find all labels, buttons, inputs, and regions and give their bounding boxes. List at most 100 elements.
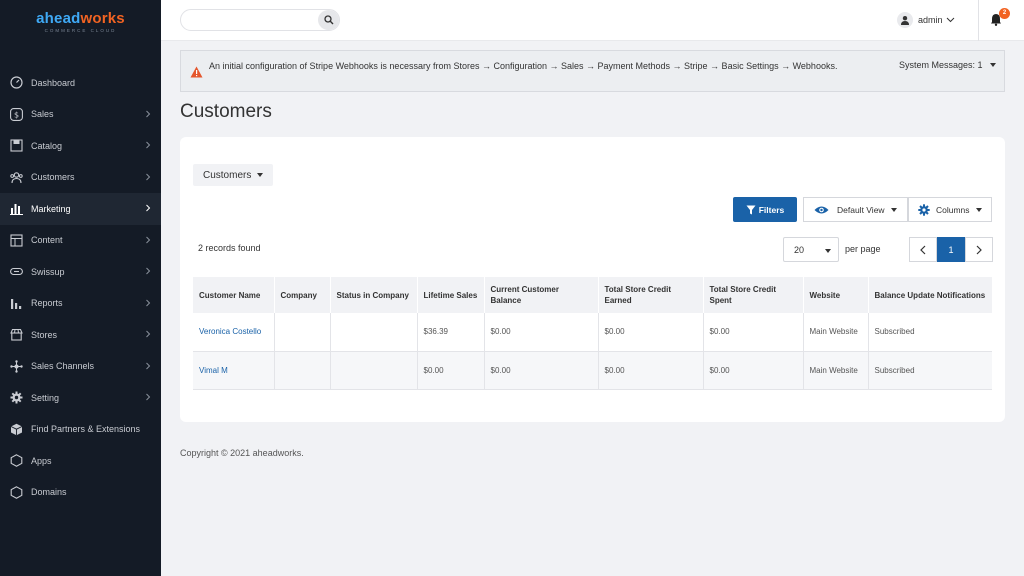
chevron-right-icon [976,245,982,254]
sidebar-item-label: Reports [31,298,63,309]
sidebar-item-dashboard[interactable]: Dashboard [0,67,161,99]
column-header[interactable]: Website [803,277,869,313]
sidebar-item-domains[interactable]: Domains [0,477,161,509]
gear-icon [9,391,23,405]
customer-name-link[interactable]: Veronica Costello [199,327,261,336]
caret-down-icon [989,63,996,67]
footer-copyright: Copyright © 2021 aheadworks. [180,448,304,458]
channels-icon [9,359,23,373]
column-header[interactable]: Current Customer Balance [484,277,599,313]
current-page-input[interactable]: 1 [937,237,965,262]
column-header[interactable]: Status in Company [330,277,418,313]
sidebar-item-label: Sales Channels [31,361,95,372]
logo-text-secondary: works [80,10,125,27]
previous-page-button[interactable] [909,237,937,262]
sidebar-item-sales[interactable]: $ Sales [0,99,161,131]
filters-button[interactable]: Filters [733,197,797,222]
per-page-label: per page [845,244,881,254]
admin-sidebar: aheadworks COMMERCE CLOUD Dashboard $ Sale… [0,0,161,576]
next-page-button[interactable] [965,237,993,262]
column-header[interactable]: Company [274,277,331,313]
table-row[interactable]: Vimal M $0.00 $0.00 $0.00 $0.00 Main Website S… [193,351,992,390]
column-header[interactable]: Total Store Credit Earned [598,277,704,313]
user-icon [901,16,909,25]
table-cell: $0.00 [598,313,704,352]
global-search-input[interactable] [189,13,314,27]
sidebar-item-setting[interactable]: Setting [0,382,161,414]
notifications-button[interactable]: 2 [978,0,1024,41]
search-button[interactable] [318,10,339,30]
sidebar-item-sales-channels[interactable]: Sales Channels [0,351,161,383]
table-cell [274,351,331,390]
per-page-select[interactable]: 20 [783,237,839,262]
per-page-value: 20 [794,244,805,255]
default-view-label: Default View [837,204,885,215]
sidebar-item-reports[interactable]: Reports [0,288,161,320]
system-message-text: An initial configuration of Stripe Webho… [209,61,838,71]
sidebar-item-content[interactable]: Content [0,225,161,257]
table-header-row: Customer Name Company Status in Company Lif… [193,277,992,313]
table-cell [274,313,331,352]
sidebar-item-label: Dashboard [31,77,76,88]
columns-dropdown[interactable]: Columns [908,197,992,222]
sidebar-item-customers[interactable]: Customers [0,162,161,194]
table-cell: $0.00 [417,351,485,390]
system-message-bar: An initial configuration of Stripe Webho… [180,50,1005,92]
sidebar-item-swissup[interactable]: Swissup [0,256,161,288]
default-view-dropdown[interactable]: Default View [803,197,908,222]
sidebar-item-label: Content [31,235,63,246]
table-cell [330,313,418,352]
sidebar-item-label: Sales [31,109,54,120]
caret-down-icon [975,207,982,212]
hexagon-icon [9,485,23,499]
table-cell: $36.39 [417,313,485,352]
sidebar-item-stores[interactable]: Stores [0,319,161,351]
table-body: Veronica Costello $36.39 $0.00 $0.00 $0.00 Ma… [193,313,992,390]
customer-name-link[interactable]: Vimal M [199,366,228,375]
store-icon [9,328,23,342]
chevron-right-icon [146,236,151,243]
user-menu[interactable]: admin [897,10,955,30]
sidebar-item-label: Domains [31,487,67,498]
sidebar-item-label: Customers [31,172,75,183]
chevron-right-icon [146,362,151,369]
sidebar-item-apps[interactable]: Apps [0,445,161,477]
column-header[interactable]: Customer Name [193,277,275,313]
chevron-right-icon [146,299,151,306]
table-cell: $0.00 [484,313,599,352]
page-title: Customers [180,101,272,122]
table-cell: Subscribed [868,313,992,352]
table-cell: $0.00 [484,351,599,390]
column-header[interactable]: Balance Update Notifications [868,277,992,313]
sidebar-item-marketing[interactable]: Marketing [0,193,161,225]
logo-tagline: COMMERCE CLOUD [44,28,117,33]
switcher-label: Customers [203,169,252,181]
system-messages-label: System Messages: 1 [899,60,983,70]
chevron-right-icon [146,204,151,212]
sidebar-item-label: Apps [31,455,52,466]
sidebar-item-label: Swissup [31,266,65,277]
swissup-icon [9,265,23,279]
table-cell [330,351,418,390]
chevron-right-icon [146,267,151,275]
chevron-right-icon [146,141,151,149]
sidebar-item-label: Setting [31,392,60,403]
sidebar-item-catalog[interactable]: Catalog [0,130,161,162]
sidebar-nav: Dashboard $ Sales Catalog Customers Marketing… [0,67,161,508]
catalog-icon [9,139,23,153]
sidebar-item-find-partners-extensions[interactable]: Find Partners & Extensions [0,414,161,446]
table-row[interactable]: Veronica Costello $36.39 $0.00 $0.00 $0.00 Ma… [193,313,992,352]
chevron-right-icon [146,330,151,338]
system-messages-toggle[interactable]: System Messages: 1 [899,60,996,70]
hexagon-icon [9,454,23,468]
global-search [180,9,340,31]
records-found: 2 records found [198,243,261,253]
filters-label: Filters [758,204,785,215]
column-header[interactable]: Total Store Credit Spent [703,277,804,313]
brand-logo[interactable]: aheadworks COMMERCE CLOUD [0,10,161,33]
table-cell: Main Website [803,351,869,390]
caret-down-icon [890,207,897,212]
column-header[interactable]: Lifetime Sales [417,277,485,313]
customers-switcher[interactable]: Customers [193,164,274,186]
warning-icon [190,66,203,78]
